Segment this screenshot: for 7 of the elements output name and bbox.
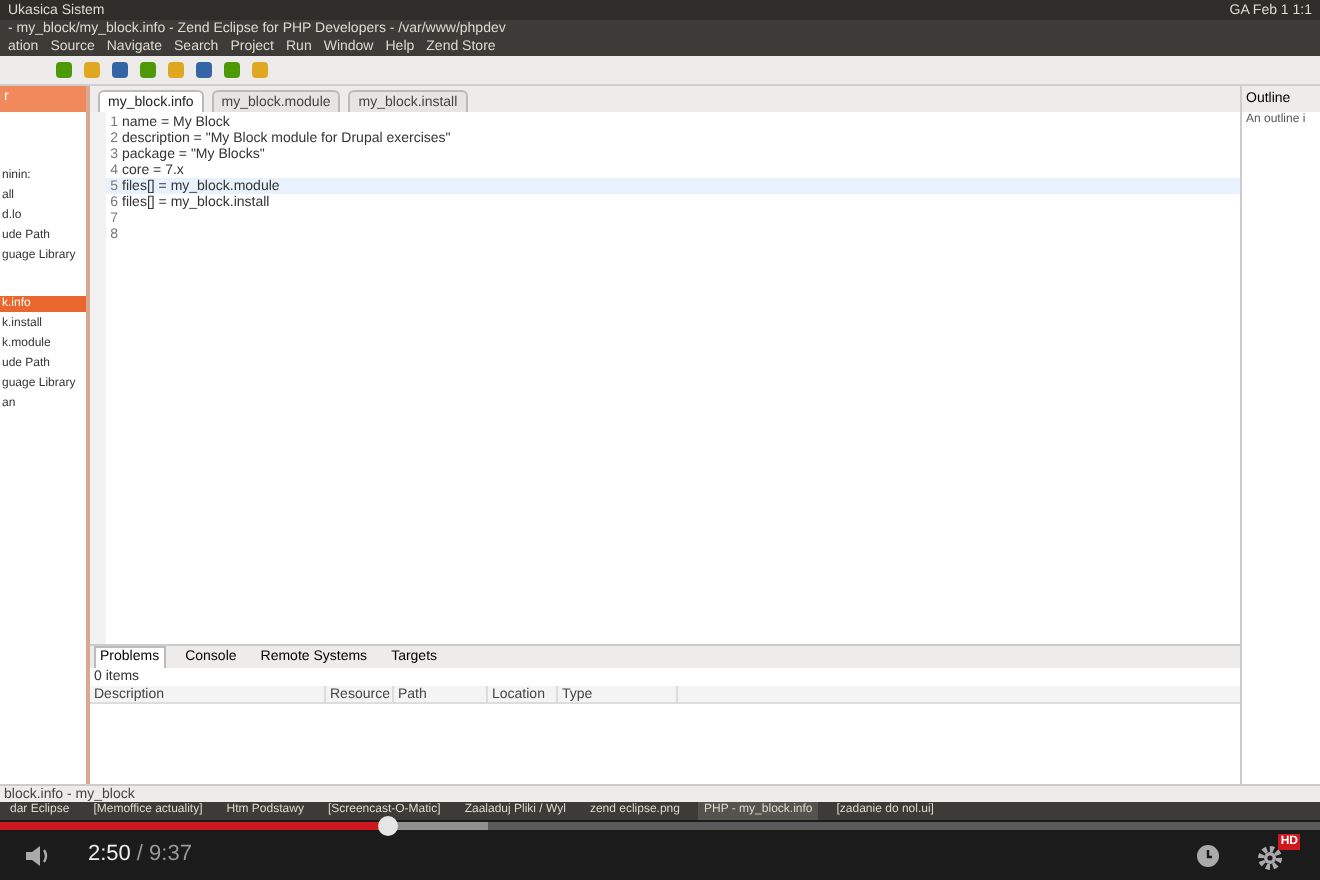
settings-icon[interactable]: [1256, 843, 1284, 871]
progress-track[interactable]: [0, 822, 1320, 830]
volume-icon[interactable]: [24, 843, 52, 867]
duration: / 9:37: [136, 840, 192, 871]
current-time: 2:50: [88, 840, 131, 871]
clock-icon[interactable]: [1196, 843, 1220, 867]
scrubber-handle[interactable]: [378, 816, 399, 836]
